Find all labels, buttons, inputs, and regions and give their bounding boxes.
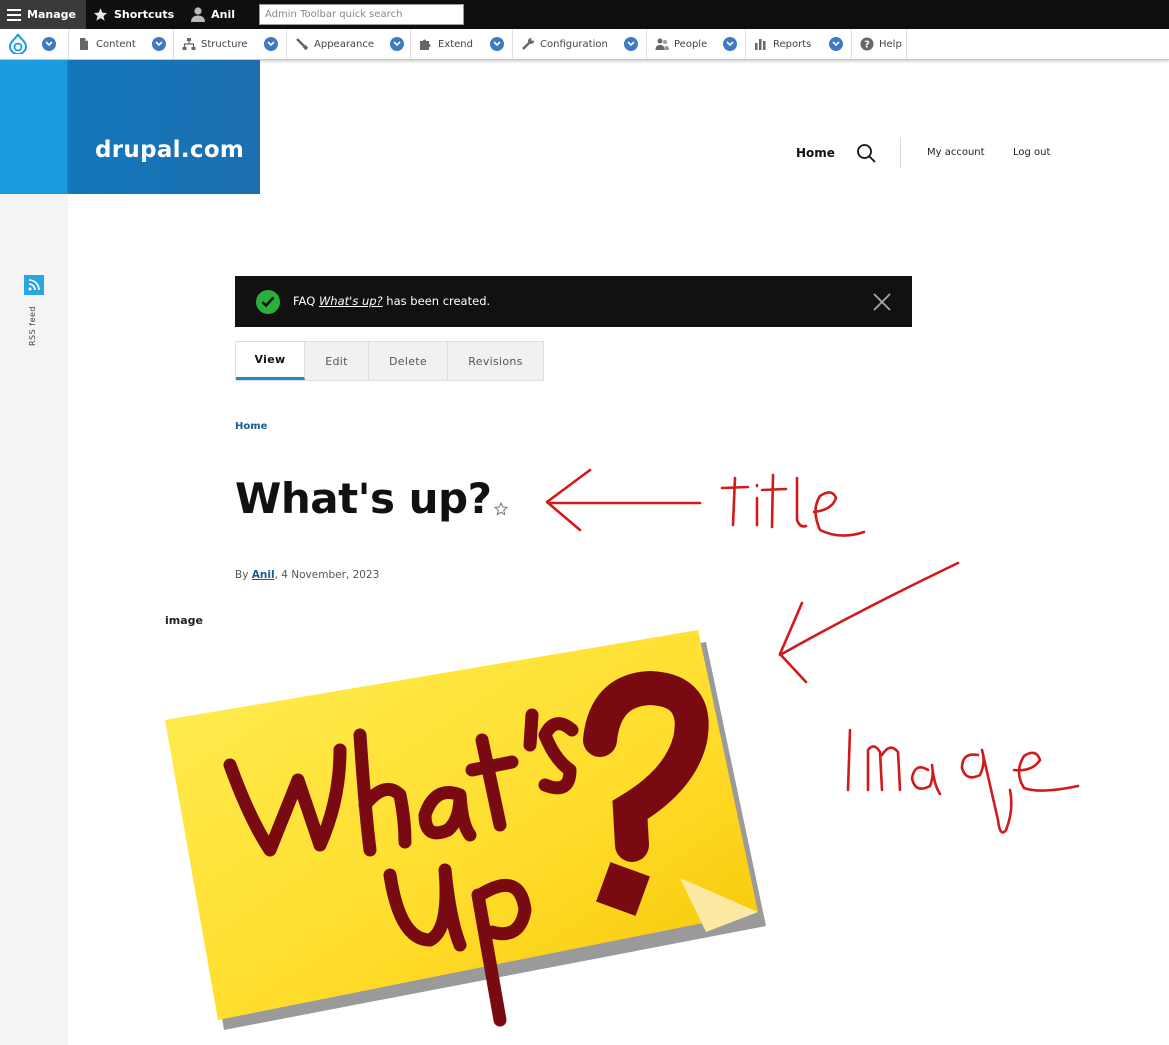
shortcuts-label: Shortcuts [113, 8, 175, 21]
rss-feed-icon[interactable] [24, 275, 44, 295]
tray-item-label: Extend [438, 38, 473, 50]
log-out-link[interactable]: Log out [1013, 147, 1050, 158]
paintbrush-icon [295, 37, 309, 51]
chevron-down-icon[interactable] [490, 37, 504, 51]
shortcuts-tab[interactable]: Shortcuts [86, 0, 184, 29]
tray-item-label: Reports [773, 38, 812, 50]
tab-revisions[interactable]: Revisions [448, 342, 543, 380]
chevron-down-icon[interactable] [390, 37, 405, 51]
chevron-down-icon[interactable] [723, 37, 738, 51]
left-region [0, 60, 68, 1045]
manage-tab[interactable]: Manage [0, 0, 86, 29]
page-title: What's up? [235, 474, 492, 523]
sticky-note-image [165, 630, 766, 1030]
status-node-link[interactable]: What's up? [319, 294, 383, 308]
byline-date: , 4 November, 2023 [274, 569, 380, 581]
status-prefix: FAQ [293, 294, 319, 308]
image-arrow [778, 561, 960, 684]
svg-text:?: ? [864, 40, 870, 51]
main-nav-home[interactable]: Home [796, 146, 835, 160]
title-annotation-text [720, 473, 866, 537]
tab-edit[interactable]: Edit [305, 342, 369, 380]
tray-item-help[interactable]: ? Help [852, 29, 907, 59]
manage-label: Manage [27, 8, 76, 21]
drupal-home-menu[interactable] [0, 29, 69, 59]
help-icon: ? [860, 37, 874, 51]
tray-item-appearance[interactable]: Appearance [287, 29, 411, 59]
tab-delete[interactable]: Delete [369, 342, 448, 380]
status-suffix: has been created. [382, 294, 491, 308]
close-icon[interactable] [873, 293, 891, 311]
rss-feed-label[interactable]: RSS feed [28, 306, 37, 346]
tray-item-label: Structure [201, 38, 248, 50]
tray-item-label: Help [879, 38, 902, 50]
local-tasks-tabs: View Edit Delete Revisions [235, 341, 544, 381]
bar-chart-icon [754, 37, 768, 51]
chevron-down-icon[interactable] [151, 37, 166, 51]
author-link[interactable]: Anil [252, 569, 275, 581]
chevron-down-icon[interactable] [624, 37, 638, 51]
status-text: FAQ What's up? has been created. [293, 294, 490, 308]
user-label: Anil [211, 8, 236, 21]
hamburger-icon [7, 8, 21, 21]
tray-item-people[interactable]: People [647, 29, 746, 59]
chevron-down-icon[interactable] [42, 37, 56, 51]
title-arrow [545, 468, 702, 532]
byline-by: By [235, 569, 252, 581]
tray-item-label: Configuration [540, 38, 608, 50]
chevron-down-icon[interactable] [829, 37, 843, 51]
wrench-icon [521, 37, 535, 51]
search-icon[interactable] [856, 143, 876, 163]
puzzle-icon [419, 37, 433, 51]
tray-item-extend[interactable]: Extend [411, 29, 513, 59]
my-account-link[interactable]: My account [927, 147, 985, 158]
sitemap-icon [182, 37, 196, 51]
tray-item-configuration[interactable]: Configuration [513, 29, 647, 59]
tray-item-reports[interactable]: Reports [746, 29, 852, 59]
tray-item-structure[interactable]: Structure [174, 29, 287, 59]
site-branding: drupal.com [0, 60, 260, 194]
document-icon [77, 37, 91, 51]
tray-item-label: Appearance [314, 38, 375, 50]
tab-view[interactable]: View [236, 342, 305, 380]
tray-item-content[interactable]: Content [69, 29, 174, 59]
people-icon [655, 37, 669, 51]
bookmark-star-icon[interactable] [493, 501, 509, 517]
tray-item-label: People [674, 38, 708, 50]
star-icon [93, 8, 108, 21]
status-message: FAQ What's up? has been created. [235, 276, 912, 327]
admin-tray: Content Structure Appearance Extend Configur… [0, 29, 1169, 60]
tray-item-label: Content [96, 38, 136, 50]
nav-divider [900, 138, 901, 168]
breadcrumb[interactable]: Home [235, 421, 267, 432]
site-name[interactable]: drupal.com [95, 137, 244, 163]
user-tab[interactable]: Anil [184, 0, 245, 29]
user-icon [191, 7, 206, 22]
admin-toolbar: Manage Shortcuts Anil [0, 0, 1169, 29]
drupal-drop-icon [9, 34, 27, 54]
chevron-down-icon[interactable] [264, 37, 278, 51]
quick-search-input[interactable] [259, 4, 465, 25]
image-annotation-text [846, 728, 1080, 834]
check-circle-icon [256, 290, 280, 314]
node-byline: By Anil, 4 November, 2023 [235, 569, 379, 581]
